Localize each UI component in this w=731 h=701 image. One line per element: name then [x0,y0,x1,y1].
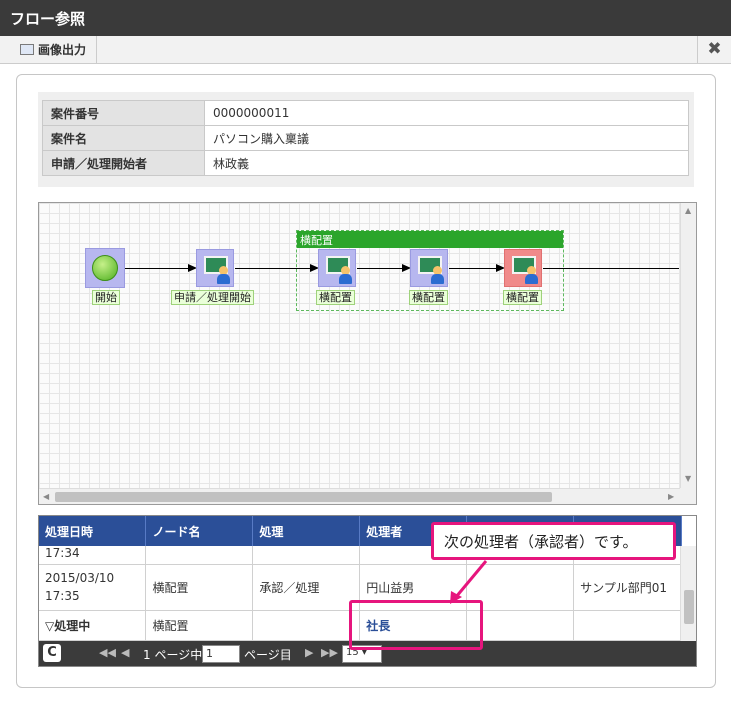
info-value: パソコン購入稟議 [204,125,689,151]
column-header[interactable]: 処理 [252,516,361,546]
page-prefix-label: 1 ページ中 [143,648,203,662]
scroll-down-icon[interactable]: ▼ [685,474,691,483]
flow-diagram[interactable]: 横配置 開始 申請／処理開始 横配置 横配置 横配置 ▲ ▼ ◀ ▶ [38,202,697,505]
column-header[interactable]: ノード名 [145,516,254,546]
info-row: 申請／処理開始者 林政義 [42,150,689,176]
task-node[interactable] [410,249,448,287]
node-cell: 横配置 [145,610,254,641]
user-icon [430,266,444,284]
info-label: 案件番号 [42,100,205,126]
info-row: 案件名 パソコン購入稟議 [42,125,689,151]
node-label: 開始 [92,290,120,305]
department-cell: サンプル部門01 [573,564,682,611]
scroll-up-icon[interactable]: ▲ [685,206,691,215]
close-icon: ✖ [707,39,722,59]
status-cell: ▽処理中 [39,610,147,641]
grid-scroll-thumb[interactable] [684,590,694,624]
action-cell [252,610,361,641]
prev-page-icon[interactable]: ◀ [121,646,129,659]
node-cell [145,546,254,565]
action-cell [252,546,361,565]
swimlane-title: 横配置 [297,231,563,248]
info-value: 0000000011 [204,100,689,126]
user-icon [338,266,352,284]
page-number-input[interactable]: 1 [202,645,240,663]
date-cell: 17:34 [39,546,147,565]
task-node[interactable] [318,249,356,287]
diagram-vertical-scrollbar[interactable]: ▲ ▼ [680,203,696,488]
department-cell [573,610,682,641]
scroll-corner [680,488,696,504]
image-icon [20,44,34,55]
info-label: 案件名 [42,125,205,151]
horizontal-scroll-thumb[interactable] [55,492,552,502]
user-icon [216,266,230,284]
flow-edge [357,264,411,272]
close-button[interactable]: ✖ [697,36,731,63]
callout-annotation: 次の処理者（承認者）です。 [431,522,676,560]
start-node[interactable] [85,248,125,288]
date-cell: 2015/03/10 17:35 [39,564,147,611]
flow-edge [543,268,679,269]
node-label: 横配置 [503,290,542,305]
task-node[interactable] [196,249,234,287]
grid-vertical-scrollbar[interactable] [680,546,696,642]
node-cell: 横配置 [145,564,254,611]
window-title: フロー参照 [0,0,731,36]
start-circle-icon [92,255,118,281]
scroll-right-icon[interactable]: ▶ [668,492,674,501]
refresh-icon[interactable]: C [43,644,61,662]
flow-edge [449,264,505,272]
node-label: 申請／処理開始 [171,290,254,305]
node-label: 横配置 [316,290,355,305]
flow-edge [235,264,319,272]
info-value: 林政義 [204,150,689,176]
info-row: 案件番号 0000000011 [42,100,689,126]
user-icon [524,266,538,284]
toolbar: 画像出力 ✖ [0,36,731,64]
export-image-button[interactable]: 画像出力 [10,36,98,63]
info-label: 申請／処理開始者 [42,150,205,176]
last-page-icon[interactable]: ▶▶ [321,646,338,659]
page-suffix-label: ページ目 [244,648,292,662]
column-header[interactable]: 処理日時 [39,516,147,546]
export-image-label: 画像出力 [38,43,87,57]
first-page-icon[interactable]: ◀◀ [99,646,116,659]
highlight-box [349,600,483,650]
flow-edge [125,264,197,272]
current-task-node[interactable] [504,249,542,287]
next-page-icon[interactable]: ▶ [305,646,313,659]
action-cell: 承認／処理 [252,564,361,611]
node-label: 横配置 [409,290,448,305]
scroll-left-icon[interactable]: ◀ [43,492,49,501]
diagram-horizontal-scrollbar[interactable]: ◀ ▶ [39,488,682,504]
case-info-table: 案件番号 0000000011 案件名 パソコン購入稟議 申請／処理開始者 林政… [42,100,689,176]
